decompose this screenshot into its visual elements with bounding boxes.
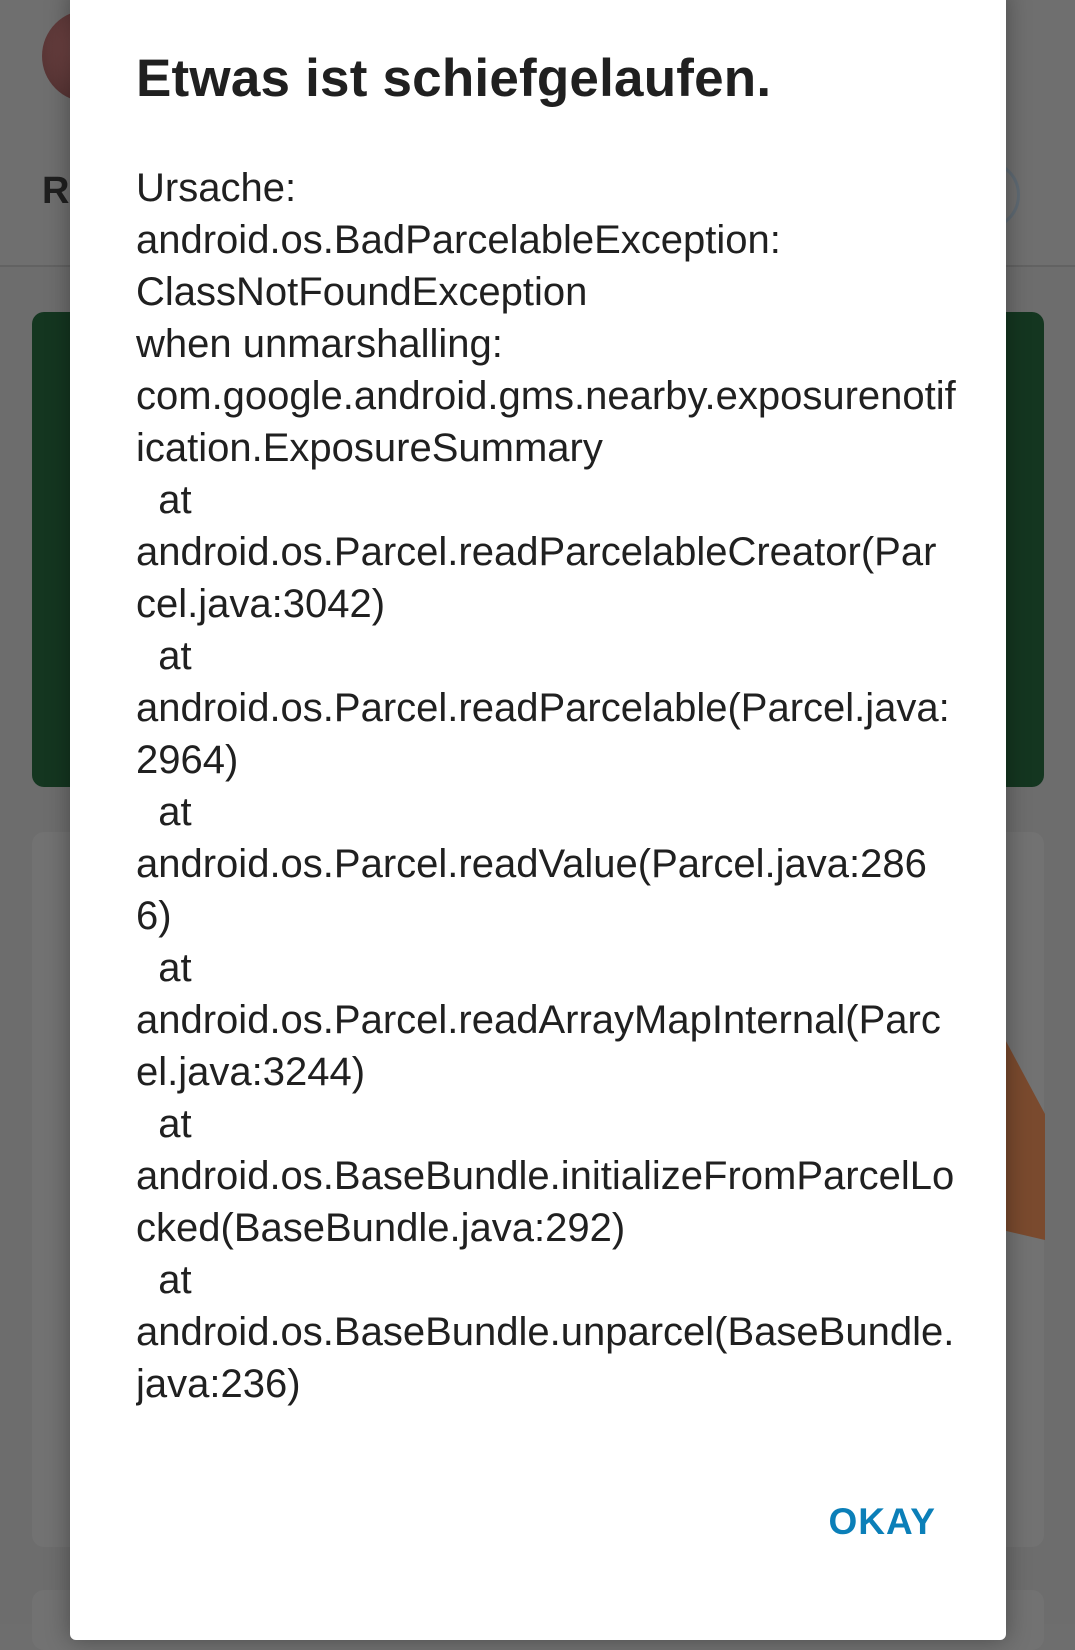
dialog-actions: OKAY bbox=[828, 1495, 936, 1549]
okay-button[interactable]: OKAY bbox=[828, 1495, 936, 1549]
error-message[interactable]: Ursache: android.os.BadParcelableExcepti… bbox=[136, 162, 956, 1420]
error-dialog: Etwas ist schiefgelaufen. Ursache: andro… bbox=[70, 0, 1006, 1640]
dialog-title: Etwas ist schiefgelaufen. bbox=[136, 49, 772, 108]
background-title: R bbox=[42, 170, 70, 212]
